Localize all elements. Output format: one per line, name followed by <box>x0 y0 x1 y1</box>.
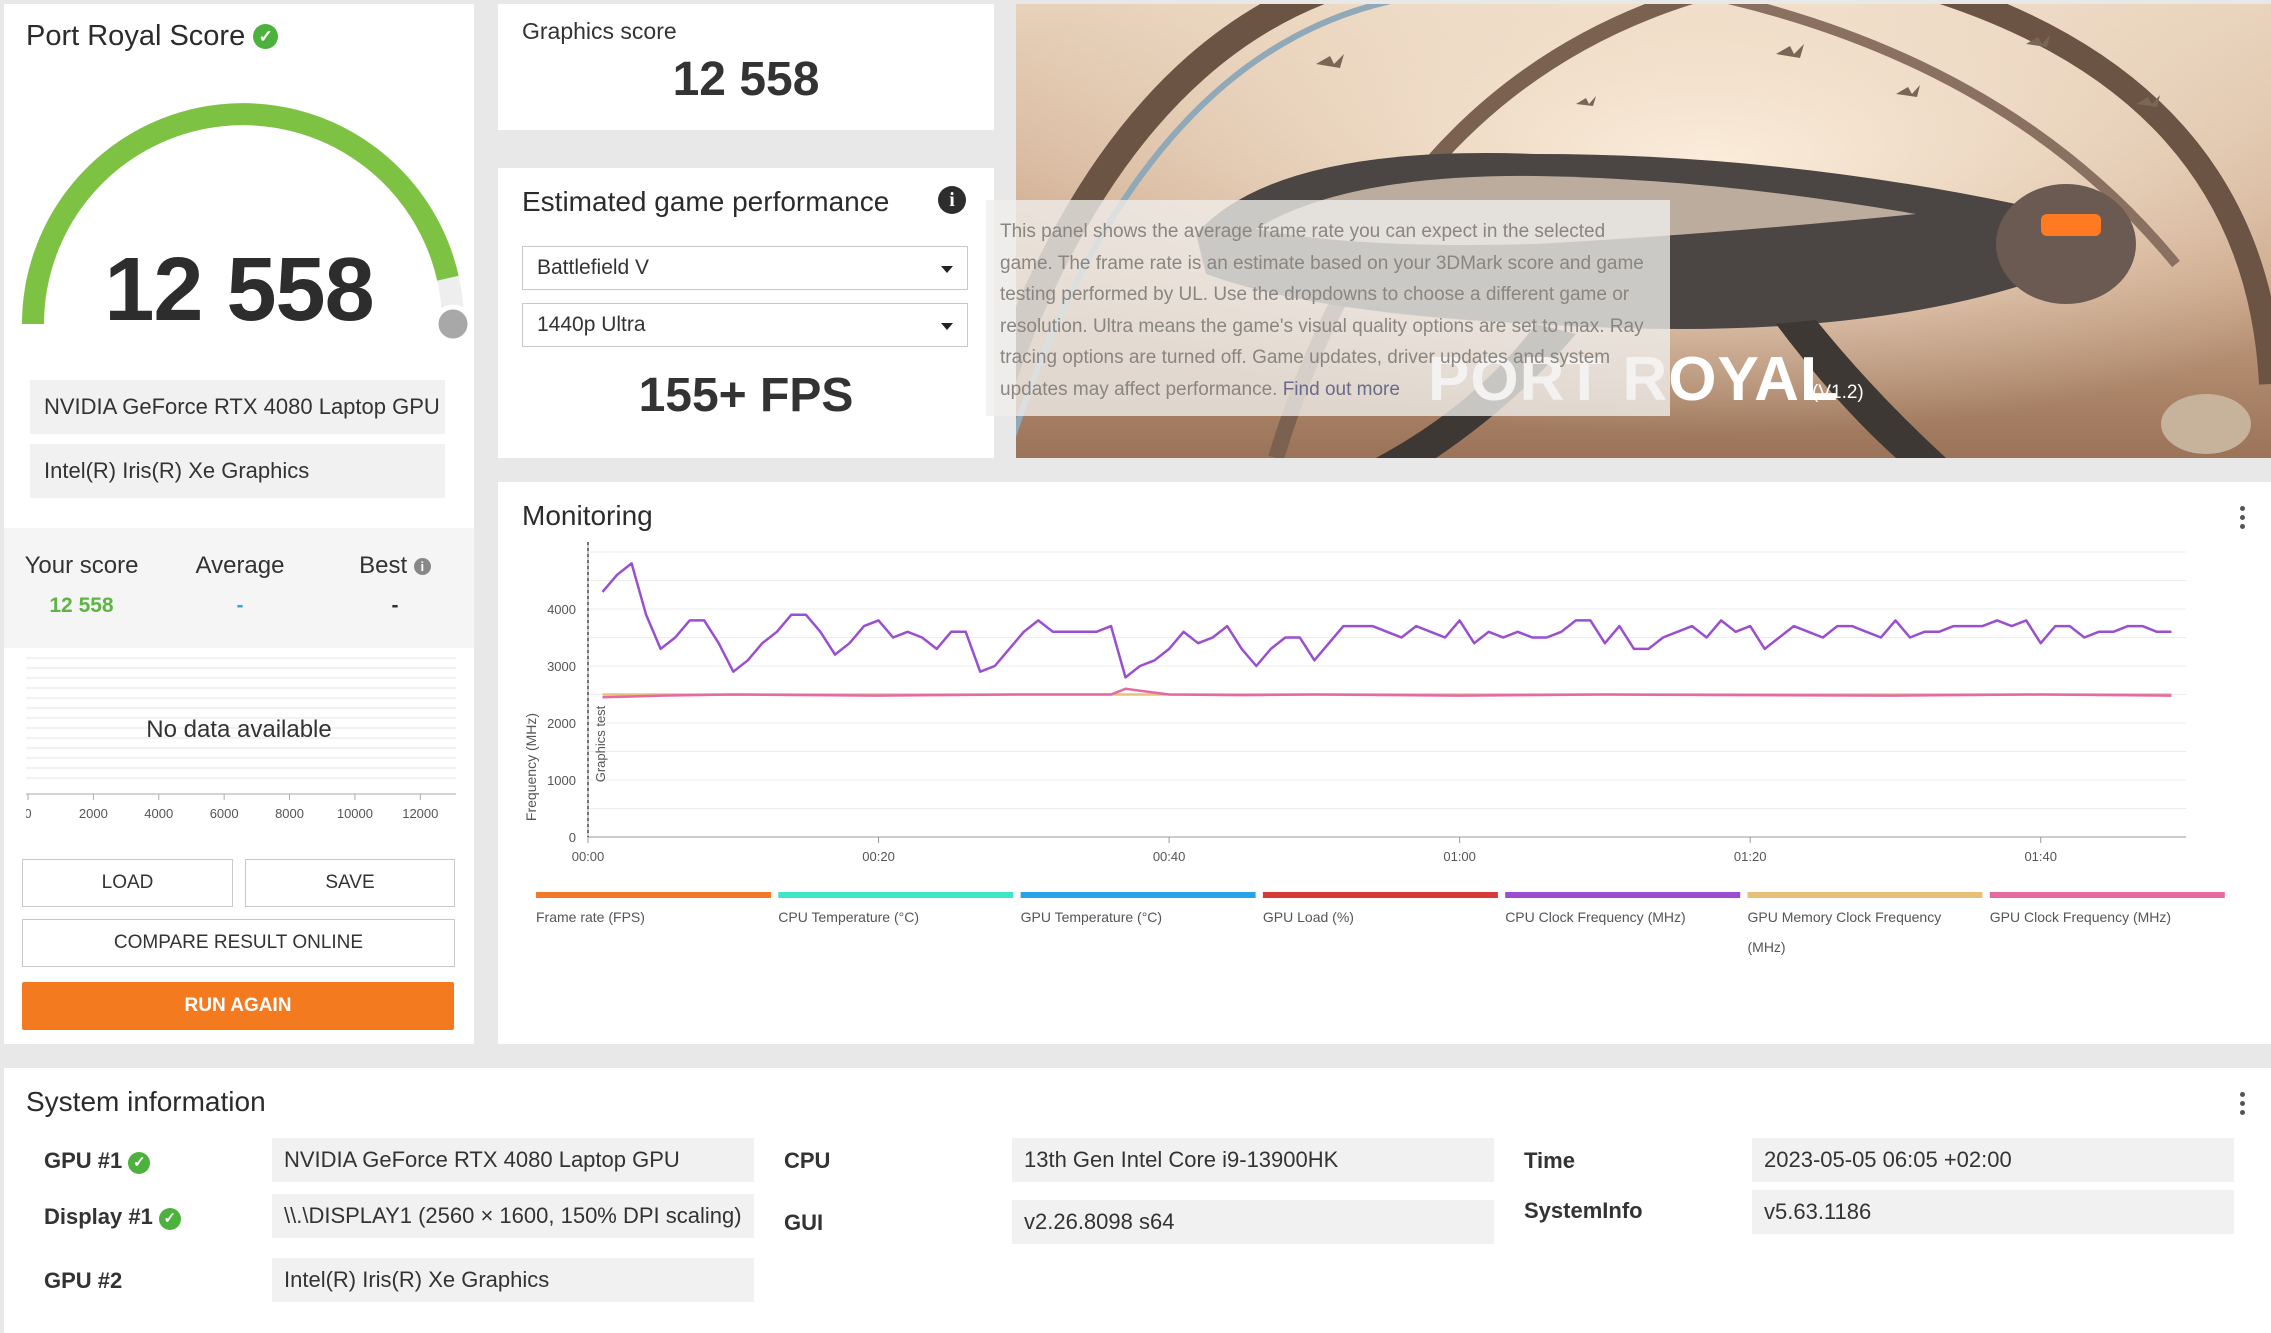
tooltip-text: This panel shows the average frame rate … <box>1000 221 1644 400</box>
score-title-text: Port Royal Score <box>26 20 246 52</box>
preset-select[interactable]: 1440p Ultra <box>522 303 968 347</box>
time-label: Time <box>1524 1148 1575 1173</box>
legend-label[interactable]: GPU Load (%) <box>1263 909 1354 925</box>
cpu-value: 13th Gen Intel Core i9-13900HK <box>1012 1138 1494 1182</box>
system-info-card: System information GPU #1 ✓ NVIDIA GeForc… <box>4 1068 2271 1333</box>
verified-check-icon: ✓ <box>253 24 279 49</box>
game-select[interactable]: Battlefield V <box>522 246 968 290</box>
y-axis-label: Frequency (MHz) <box>523 713 539 821</box>
no-data-message: No data available <box>146 716 332 743</box>
game-performance-title: Estimated game performance <box>522 186 890 217</box>
y-tick-label: 0 <box>569 830 576 845</box>
info-icon[interactable]: i <box>413 558 431 575</box>
y-tick-label: 4000 <box>547 602 576 617</box>
legend-swatch[interactable] <box>1747 892 1983 898</box>
stat-your-score: Your score 12 558 <box>24 552 139 618</box>
stat-best-value: - <box>391 594 399 617</box>
stat-your-value: 12 558 <box>49 594 114 617</box>
x-tick-label: 01:20 <box>1734 849 1767 864</box>
verified-check-icon: ✓ <box>128 1152 151 1174</box>
systeminfo-label: SystemInfo <box>1524 1198 1643 1223</box>
gui-label: GUI <box>784 1210 824 1235</box>
graphics-test-annotation: Graphics test <box>593 705 608 782</box>
legend-swatch[interactable] <box>1505 892 1741 898</box>
score-value: 12 558 <box>104 240 374 340</box>
run-again-button[interactable]: RUN AGAIN <box>22 982 454 1030</box>
y-tick-label: 3000 <box>547 659 576 674</box>
legend-label[interactable]: GPU Memory Clock Frequency (MHz) <box>1748 909 1942 955</box>
legend-label[interactable]: CPU Clock Frequency (MHz) <box>1505 909 1685 925</box>
display1-value: \\.\DISPLAY1 (2560 × 1600, 150% DPI scal… <box>272 1194 754 1238</box>
display1-label: Display #1 ✓ <box>44 1204 181 1230</box>
load-button[interactable]: LOAD <box>22 859 233 907</box>
x-tick-label: 01:00 <box>1443 849 1476 864</box>
find-out-more-link[interactable]: Find out more <box>1283 379 1400 400</box>
more-options-icon[interactable] <box>2240 1092 2246 1119</box>
x-tick-label: 00:40 <box>1153 849 1186 864</box>
graphics-score-label: Graphics score <box>522 18 677 44</box>
time-value: 2023-05-05 06:05 +02:00 <box>1752 1138 2234 1182</box>
monitoring-card: Monitoring 0 1000 2000 3000 4000 00:00 00:20 0… <box>498 482 2271 1044</box>
system-info-title: System information <box>26 1086 266 1117</box>
series-line <box>602 687 2172 699</box>
axis-tick-label: 10000 <box>337 806 373 821</box>
axis-tick-label: 12000 <box>402 806 438 821</box>
x-tick-label: 01:40 <box>2024 849 2057 864</box>
gui-value: v2.26.8098 s64 <box>1012 1200 1494 1244</box>
stat-average-label: Average <box>195 552 285 579</box>
legend-label[interactable]: Frame rate (FPS) <box>536 909 645 925</box>
y-tick-label: 1000 <box>547 773 576 788</box>
gpu-secondary-box: Intel(R) Iris(R) Xe Graphics <box>30 444 445 498</box>
axis-tick-label: 8000 <box>275 806 304 821</box>
stat-your-label: Your score <box>24 552 139 579</box>
info-icon[interactable]: i <box>938 186 966 214</box>
gpu1-value: NVIDIA GeForce RTX 4080 Laptop GPU <box>272 1138 754 1182</box>
x-tick-label: 00:00 <box>572 849 605 864</box>
axis-tick-label: 2000 <box>79 806 108 821</box>
score-title: Port Royal Score ✓ <box>26 20 279 53</box>
axis-tick-label: 0 <box>26 806 32 821</box>
axis-tick-label: 6000 <box>210 806 239 821</box>
stat-average-value: - <box>236 594 244 617</box>
legend-swatch[interactable] <box>778 892 1014 898</box>
game-performance-tooltip: This panel shows the average frame rate … <box>986 200 1670 416</box>
systeminfo-value: v5.63.1186 <box>1752 1190 2234 1234</box>
stat-best: Best i - <box>340 552 450 618</box>
score-stats: Your score 12 558 Average - Best i - <box>4 528 474 648</box>
banner-version: (V1.2) <box>1812 382 1864 403</box>
legend-swatch[interactable] <box>1020 892 1256 898</box>
fps-estimate: 155+ FPS <box>638 369 854 422</box>
legend-swatch[interactable] <box>536 892 771 898</box>
gpu1-label-text: GPU #1 <box>44 1148 123 1173</box>
legend-label[interactable]: GPU Clock Frequency (MHz) <box>1990 909 2171 925</box>
score-card: Port Royal Score ✓ 12 558 NVIDIA GeForce … <box>4 4 474 1044</box>
gpu2-value: Intel(R) Iris(R) Xe Graphics <box>272 1258 754 1302</box>
stat-average: Average - <box>180 552 300 618</box>
monitoring-chart: 0 1000 2000 3000 4000 00:00 00:20 00:40 01:00 01… <box>523 542 2225 955</box>
chevron-down-icon <box>941 266 953 273</box>
graphics-score-value: 12 558 <box>672 53 820 106</box>
chevron-down-icon <box>941 323 953 330</box>
x-tick-label: 00:20 <box>862 849 895 864</box>
axis-tick-label: 4000 <box>144 806 173 821</box>
compare-online-button[interactable]: COMPARE RESULT ONLINE <box>22 919 455 967</box>
game-select-value: Battlefield V <box>537 256 650 279</box>
game-performance-card: Estimated game performance i Battlefield… <box>498 168 994 458</box>
legend-label[interactable]: CPU Temperature (°C) <box>778 909 919 925</box>
verified-check-icon: ✓ <box>158 1208 181 1230</box>
save-button[interactable]: SAVE <box>245 859 455 907</box>
gpu1-label: GPU #1 ✓ <box>44 1148 151 1174</box>
legend-swatch[interactable] <box>1262 892 1498 898</box>
preset-select-value: 1440p Ultra <box>537 313 646 336</box>
legend-label[interactable]: GPU Temperature (°C) <box>1021 909 1163 925</box>
gpu2-label: GPU #2 <box>44 1268 123 1293</box>
legend-swatch[interactable] <box>1989 892 2225 898</box>
display1-label-text: Display #1 <box>44 1204 153 1229</box>
cpu-label: CPU <box>784 1148 831 1173</box>
stat-best-label: Best <box>359 552 408 579</box>
y-tick-label: 2000 <box>547 716 576 731</box>
gpu-primary-box: NVIDIA GeForce RTX 4080 Laptop GPU <box>30 380 445 434</box>
graphics-score-card: Graphics score 12 558 <box>498 4 994 130</box>
